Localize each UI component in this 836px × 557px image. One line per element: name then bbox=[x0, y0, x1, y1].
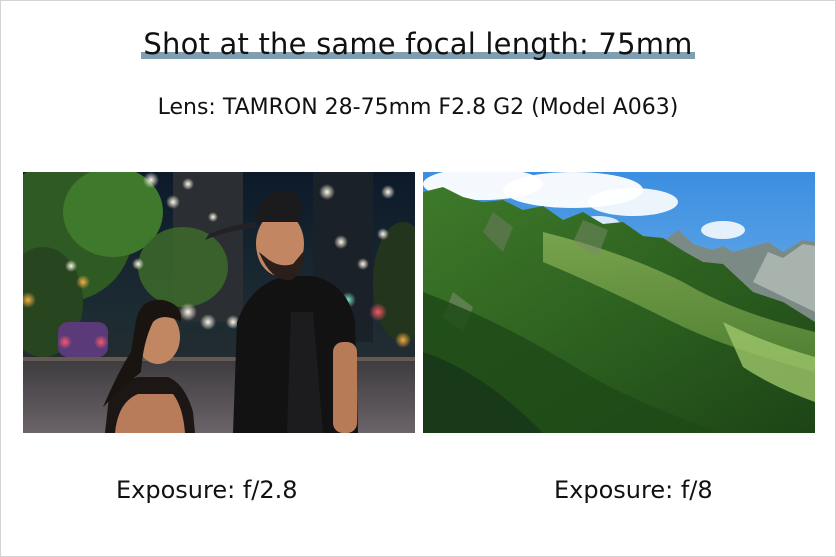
page-title-text: Shot at the same focal length: 75mm bbox=[143, 27, 693, 61]
caption-right-exposure: Exposure: f/8 bbox=[554, 476, 713, 504]
night-portrait-image bbox=[23, 172, 415, 433]
caption-left-exposure: Exposure: f/2.8 bbox=[116, 476, 298, 504]
comparison-panel: Shot at the same focal length: 75mm Lens… bbox=[0, 0, 836, 557]
mountain-range-image bbox=[423, 172, 815, 433]
photo-mountain-range bbox=[423, 172, 815, 433]
lens-subtitle: Lens: TAMRON 28-75mm F2.8 G2 (Model A063… bbox=[157, 95, 679, 120]
photo-night-portrait bbox=[23, 172, 415, 433]
page-title: Shot at the same focal length: 75mm bbox=[141, 23, 695, 65]
title-block: Shot at the same focal length: 75mm bbox=[1, 23, 835, 65]
